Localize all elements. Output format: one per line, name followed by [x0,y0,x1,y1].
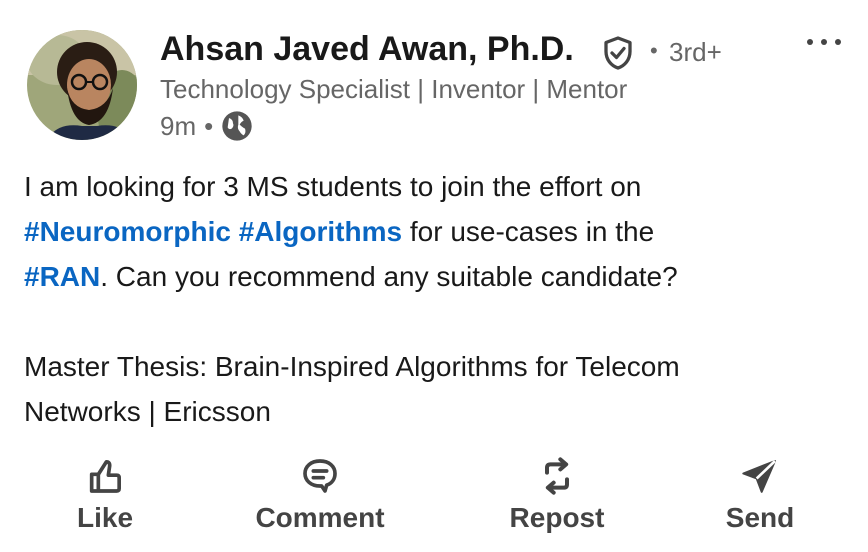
post-line: #Neuromorphic #Algorithms for use-cases … [24,209,854,254]
hashtag-algorithms[interactable]: #Algorithms [239,216,402,247]
author-avatar[interactable] [27,30,137,140]
thumbs-up-icon [89,460,121,493]
like-label: Like [76,502,134,533]
hashtag-ran[interactable]: #RAN [24,261,100,292]
repost-button[interactable]: Repost [497,450,617,534]
post-text-line2: for use-cases in the [409,216,655,247]
hashtag-neuromorphic[interactable]: #Neuromorphic [24,216,231,247]
shield-check-icon [604,36,632,70]
social-action-bar: Like Comment Repost Send [0,450,868,550]
comment-label: Comment [255,502,385,533]
comment-icon [303,459,337,493]
thesis-line1: Master Thesis: Brain-Inspired Algorithms… [24,351,680,382]
post-meta: 9m • [160,110,253,142]
send-icon [742,460,776,493]
avatar-image [27,30,137,140]
repost-label: Repost [509,502,605,533]
globe-icon [222,111,252,141]
author-name[interactable]: Ahsan Javed Awan, Ph.D. [160,30,574,69]
post-line: Networks | Ericsson [24,389,854,434]
more-options-icon[interactable] [804,32,844,52]
post-text-line1: I am looking for 3 MS students to join t… [24,171,642,202]
separator-dot: • [204,110,214,141]
like-button[interactable]: Like [60,450,150,534]
send-label: Send [725,502,795,533]
post-body: I am looking for 3 MS students to join t… [24,164,854,434]
post-line: Master Thesis: Brain-Inspired Algorithms… [24,344,854,389]
post-time: 9m [160,110,197,141]
post-line: #RAN. Can you recommend any suitable can… [24,254,854,299]
author-headline: Technology Specialist | Inventor | Mento… [160,74,628,104]
post-text-line3: . Can you recommend any suitable candida… [100,261,678,292]
repost-icon [545,457,569,495]
separator-dot: • [650,38,658,63]
connection-degree: 3rd+ [669,37,722,67]
comment-button[interactable]: Comment [240,450,400,534]
post-line: I am looking for 3 MS students to join t… [24,164,854,209]
send-button[interactable]: Send [712,450,808,534]
thesis-line2: Networks | Ericsson [24,396,271,427]
